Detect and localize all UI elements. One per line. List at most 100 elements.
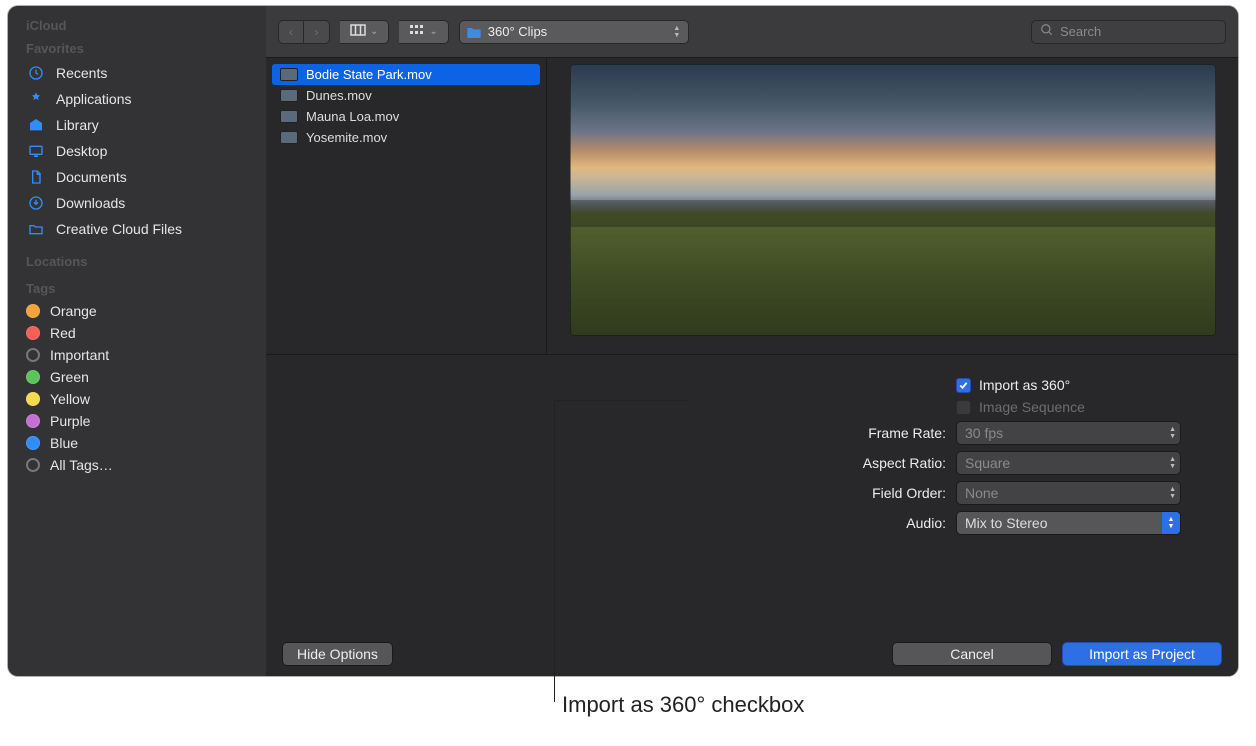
search-field[interactable] [1031, 20, 1226, 44]
annotation-label: Import as 360° checkbox [562, 692, 804, 718]
tag-label: All Tags… [50, 457, 113, 473]
chevron-left-icon: ‹ [289, 25, 293, 39]
stepper-icon: ▲▼ [1162, 512, 1180, 534]
view-mode-group: ⌄ [340, 20, 389, 44]
content-row: Bodie State Park.mov Dunes.mov Mauna Loa… [266, 58, 1238, 354]
tag-label: Yellow [50, 391, 90, 407]
sidebar-tag-green[interactable]: Green [8, 366, 266, 388]
select-value: 30 fps [965, 425, 1003, 441]
select-value: Mix to Stereo [965, 515, 1047, 531]
sidebar-item-label: Desktop [56, 143, 107, 159]
file-item[interactable]: Dunes.mov [272, 85, 540, 106]
audio-select[interactable]: Mix to Stereo ▲▼ [956, 511, 1181, 535]
preview-image [570, 64, 1216, 336]
annotation-leader-v [554, 400, 555, 702]
main-pane: ‹ › ⌄ ⌄ [266, 6, 1238, 676]
sidebar-tag-purple[interactable]: Purple [8, 410, 266, 432]
forward-button[interactable]: › [304, 20, 330, 44]
folder-icon [466, 25, 482, 39]
frame-rate-select: 30 fps ▲▼ [956, 421, 1181, 445]
sidebar-tag-blue[interactable]: Blue [8, 432, 266, 454]
sidebar-item-applications[interactable]: Applications [8, 86, 266, 112]
import-dialog: iCloud Favorites Recents Applications Li… [8, 6, 1238, 676]
tag-dot-icon [26, 414, 40, 428]
sidebar-item-desktop[interactable]: Desktop [8, 138, 266, 164]
sidebar-item-recents[interactable]: Recents [8, 60, 266, 86]
downloads-icon [26, 194, 46, 212]
sidebar-tag-all[interactable]: All Tags… [8, 454, 266, 476]
document-icon [26, 168, 46, 186]
tag-dot-icon [26, 436, 40, 450]
titlebar: ‹ › ⌄ ⌄ [266, 6, 1238, 58]
preview-pane [547, 58, 1238, 354]
tag-label: Purple [50, 413, 90, 429]
nav-buttons: ‹ › [278, 20, 330, 44]
tag-dot-icon [26, 304, 40, 318]
sidebar-item-label: Recents [56, 65, 107, 81]
sidebar-tag-yellow[interactable]: Yellow [8, 388, 266, 410]
select-value: Square [965, 455, 1010, 471]
grid-icon [409, 24, 425, 39]
tag-label: Red [50, 325, 76, 341]
clock-icon [26, 64, 46, 82]
import-as-project-button[interactable]: Import as Project [1062, 642, 1222, 666]
all-tags-icon [26, 458, 40, 472]
image-sequence-label: Image Sequence [979, 399, 1085, 415]
arrange-button[interactable]: ⌄ [399, 20, 448, 44]
hide-options-button[interactable]: Hide Options [282, 642, 393, 666]
sidebar-tag-orange[interactable]: Orange [8, 300, 266, 322]
file-list: Bodie State Park.mov Dunes.mov Mauna Loa… [266, 58, 546, 354]
applications-icon [26, 90, 46, 108]
sidebar-item-downloads[interactable]: Downloads [8, 190, 266, 216]
annotation-leader-h [554, 400, 688, 401]
sidebar-header-tags: Tags [8, 277, 266, 300]
sidebar-item-label: Downloads [56, 195, 125, 211]
tag-dot-icon [26, 370, 40, 384]
file-item[interactable]: Bodie State Park.mov [272, 64, 540, 85]
options-area: Import as 360° Image Sequence Frame Rate… [266, 354, 1238, 676]
file-name: Dunes.mov [306, 88, 372, 103]
file-item[interactable]: Mauna Loa.mov [272, 106, 540, 127]
sidebar-item-library[interactable]: Library [8, 112, 266, 138]
tag-dot-icon [26, 348, 40, 362]
sidebar-item-documents[interactable]: Documents [8, 164, 266, 190]
stepper-icon: ▲▼ [670, 23, 684, 41]
chevron-right-icon: › [315, 25, 319, 39]
tag-label: Important [50, 347, 109, 363]
tag-label: Blue [50, 435, 78, 451]
stepper-icon: ▲▼ [1169, 486, 1176, 500]
movie-icon [280, 110, 298, 123]
sidebar-item-label: Applications [56, 91, 132, 107]
frame-rate-label: Frame Rate: [656, 425, 956, 441]
view-columns-button[interactable]: ⌄ [340, 20, 389, 44]
desktop-icon [26, 142, 46, 160]
tag-dot-icon [26, 326, 40, 340]
folder-icon [26, 220, 46, 238]
back-button[interactable]: ‹ [278, 20, 304, 44]
search-icon [1040, 23, 1054, 40]
columns-icon [350, 24, 366, 39]
cancel-button[interactable]: Cancel [892, 642, 1052, 666]
search-input[interactable] [1060, 24, 1217, 39]
sidebar-header-icloud: iCloud [8, 14, 266, 37]
select-value: None [965, 485, 998, 501]
sidebar-tag-important[interactable]: Important [8, 344, 266, 366]
field-order-label: Field Order: [656, 485, 956, 501]
chevron-down-icon: ⌄ [370, 26, 378, 37]
movie-icon [280, 131, 298, 144]
sidebar-tag-red[interactable]: Red [8, 322, 266, 344]
stepper-icon: ▲▼ [1169, 456, 1176, 470]
file-name: Yosemite.mov [306, 130, 387, 145]
sidebar-item-label: Library [56, 117, 99, 133]
sidebar-item-label: Creative Cloud Files [56, 221, 182, 237]
image-sequence-checkbox [956, 400, 971, 415]
import-360-label: Import as 360° [979, 377, 1070, 393]
field-order-select: None ▲▼ [956, 481, 1181, 505]
movie-icon [280, 68, 298, 81]
arrange-group: ⌄ [399, 20, 448, 44]
sidebar-item-creative-cloud[interactable]: Creative Cloud Files [8, 216, 266, 242]
path-dropdown[interactable]: 360° Clips ▲▼ [459, 20, 689, 44]
import-360-checkbox[interactable] [956, 378, 971, 393]
file-item[interactable]: Yosemite.mov [272, 127, 540, 148]
stepper-icon: ▲▼ [1169, 426, 1176, 440]
